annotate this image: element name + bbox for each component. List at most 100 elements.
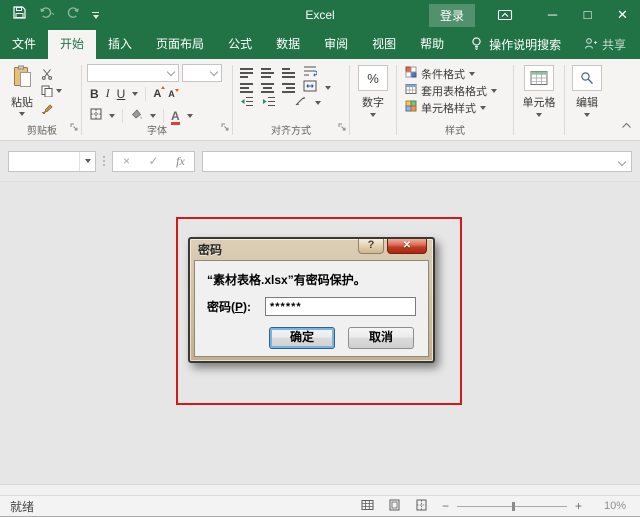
font-group-label: 字体: [147, 126, 167, 137]
formula-input[interactable]: [202, 150, 632, 172]
align-middle-button[interactable]: [261, 67, 274, 78]
underline-options-chevron-icon[interactable]: [132, 91, 139, 96]
font-color-chevron-icon[interactable]: [186, 114, 193, 118]
format-as-table-button[interactable]: 套用表格格式: [405, 82, 513, 99]
tab-page-layout[interactable]: 页面布局: [144, 30, 216, 59]
group-cells[interactable]: 单元格: [514, 62, 564, 140]
number-chevron-icon: [370, 113, 376, 117]
cells-chevron-icon: [536, 113, 542, 117]
tab-file[interactable]: 文件: [0, 30, 48, 59]
editing-chevron-icon: [584, 113, 590, 117]
cell-styles-button[interactable]: 单元格样式: [405, 99, 513, 116]
tab-view[interactable]: 视图: [360, 30, 408, 59]
clipboard-dialog-launcher-icon[interactable]: [70, 118, 78, 136]
redo-icon[interactable]: [65, 6, 81, 24]
decrease-indent-button[interactable]: [240, 94, 254, 112]
group-styles: 条件格式 套用表格格式 单元格样式 样式: [397, 62, 513, 140]
collapse-ribbon-icon[interactable]: [621, 116, 632, 134]
alignment-dialog-launcher-icon[interactable]: [338, 118, 346, 136]
excel-window: { "colors": { "excel_green": "#217346", …: [0, 0, 640, 517]
enter-entry-button[interactable]: ✓: [140, 154, 167, 168]
zoom-level-label[interactable]: 10%: [596, 500, 626, 512]
tell-me-search[interactable]: 操作说明搜索: [470, 30, 561, 59]
customize-quick-access-icon[interactable]: [92, 11, 99, 19]
italic-button[interactable]: I: [106, 86, 110, 101]
zoom-in-button[interactable]: +: [575, 499, 582, 513]
cancel-button[interactable]: 取消: [348, 327, 414, 349]
cells-icon[interactable]: [524, 65, 554, 91]
fill-color-chevron-icon[interactable]: [150, 114, 156, 118]
group-number[interactable]: % 数字: [350, 62, 396, 140]
triangle-down-icon: [174, 88, 179, 92]
zoom-slider[interactable]: [456, 501, 567, 511]
zoom-slider-thumb[interactable]: [511, 501, 515, 511]
tab-help[interactable]: 帮助: [408, 30, 456, 59]
formula-bar-resizer[interactable]: [103, 156, 105, 166]
alignment-group-label: 对齐方式: [271, 126, 311, 137]
align-right-button[interactable]: [282, 82, 295, 93]
align-bottom-button[interactable]: [282, 67, 295, 78]
dialog-message: “素材表格.xlsx”有密码保护。: [207, 273, 366, 287]
copy-button[interactable]: [41, 84, 62, 97]
align-left-button[interactable]: [240, 82, 253, 93]
minimize-button[interactable]: ─: [535, 0, 570, 30]
insert-function-button[interactable]: fx: [167, 154, 194, 169]
tab-formulas[interactable]: 公式: [216, 30, 264, 59]
group-editing[interactable]: 编辑: [565, 62, 609, 140]
dialog-title: 密码: [198, 243, 223, 257]
tab-review[interactable]: 审阅: [312, 30, 360, 59]
decrease-font-size-button[interactable]: A: [168, 88, 179, 99]
tab-data[interactable]: 数据: [264, 30, 312, 59]
increase-font-size-button[interactable]: A: [153, 85, 166, 100]
clipboard-paste-icon: [12, 65, 33, 92]
merge-center-chevron-icon[interactable]: [325, 85, 331, 90]
save-icon[interactable]: [12, 5, 27, 25]
formula-buttons: × ✓ fx: [112, 150, 195, 172]
dialog-body: “素材表格.xlsx”有密码保护。 密码(P): ****** 确定 取消: [194, 260, 429, 357]
page-layout-view-icon[interactable]: [388, 499, 401, 514]
normal-view-icon[interactable]: [361, 499, 374, 514]
zoom-out-button[interactable]: −: [442, 499, 449, 513]
borders-chevron-icon[interactable]: [109, 114, 115, 118]
find-select-icon[interactable]: [572, 65, 602, 91]
close-button[interactable]: ✕: [605, 0, 640, 30]
orientation-chevron-icon[interactable]: [315, 100, 321, 105]
format-painter-button[interactable]: [41, 101, 62, 114]
lightbulb-icon: [470, 36, 483, 54]
tab-home[interactable]: 开始: [48, 30, 97, 59]
name-box[interactable]: [8, 150, 96, 172]
bold-button[interactable]: B: [90, 87, 99, 101]
percent-style-icon[interactable]: %: [358, 65, 388, 91]
password-input[interactable]: ******: [265, 297, 416, 316]
ribbon-display-options-icon[interactable]: [497, 8, 513, 22]
page-break-preview-icon[interactable]: [415, 499, 428, 514]
align-center-button[interactable]: [261, 82, 274, 93]
maximize-button[interactable]: □: [570, 0, 605, 30]
tell-me-label: 操作说明搜索: [489, 38, 562, 52]
conditional-formatting-button[interactable]: 条件格式: [405, 65, 513, 82]
cut-button[interactable]: [41, 67, 62, 80]
name-box-dropdown[interactable]: [79, 151, 95, 171]
expand-formula-bar-icon[interactable]: [617, 157, 627, 166]
font-size-combobox[interactable]: [182, 64, 222, 82]
ok-button[interactable]: 确定: [269, 327, 335, 349]
dialog-title-bar[interactable]: 密码 ? ✕: [190, 239, 433, 260]
horizontal-scrollbar-strip[interactable]: [0, 484, 640, 496]
align-top-button[interactable]: [240, 67, 253, 78]
increase-indent-button[interactable]: [262, 94, 276, 112]
tab-insert[interactable]: 插入: [96, 30, 144, 59]
underline-button[interactable]: U: [117, 87, 126, 101]
font-color-button[interactable]: A: [171, 110, 180, 125]
share-button[interactable]: 共享: [584, 30, 640, 59]
quick-access-toolbar: [0, 5, 99, 25]
font-name-combobox[interactable]: [87, 64, 179, 82]
dialog-close-button[interactable]: ✕: [387, 239, 427, 254]
dialog-help-button[interactable]: ?: [358, 239, 384, 254]
person-icon: [584, 37, 597, 53]
orientation-button[interactable]: [294, 94, 307, 112]
sign-in-button[interactable]: 登录: [428, 3, 475, 27]
cancel-entry-button[interactable]: ×: [113, 154, 140, 168]
undo-icon[interactable]: [38, 6, 55, 24]
chevron-down-icon: [19, 112, 25, 116]
font-dialog-launcher-icon[interactable]: [221, 118, 229, 136]
